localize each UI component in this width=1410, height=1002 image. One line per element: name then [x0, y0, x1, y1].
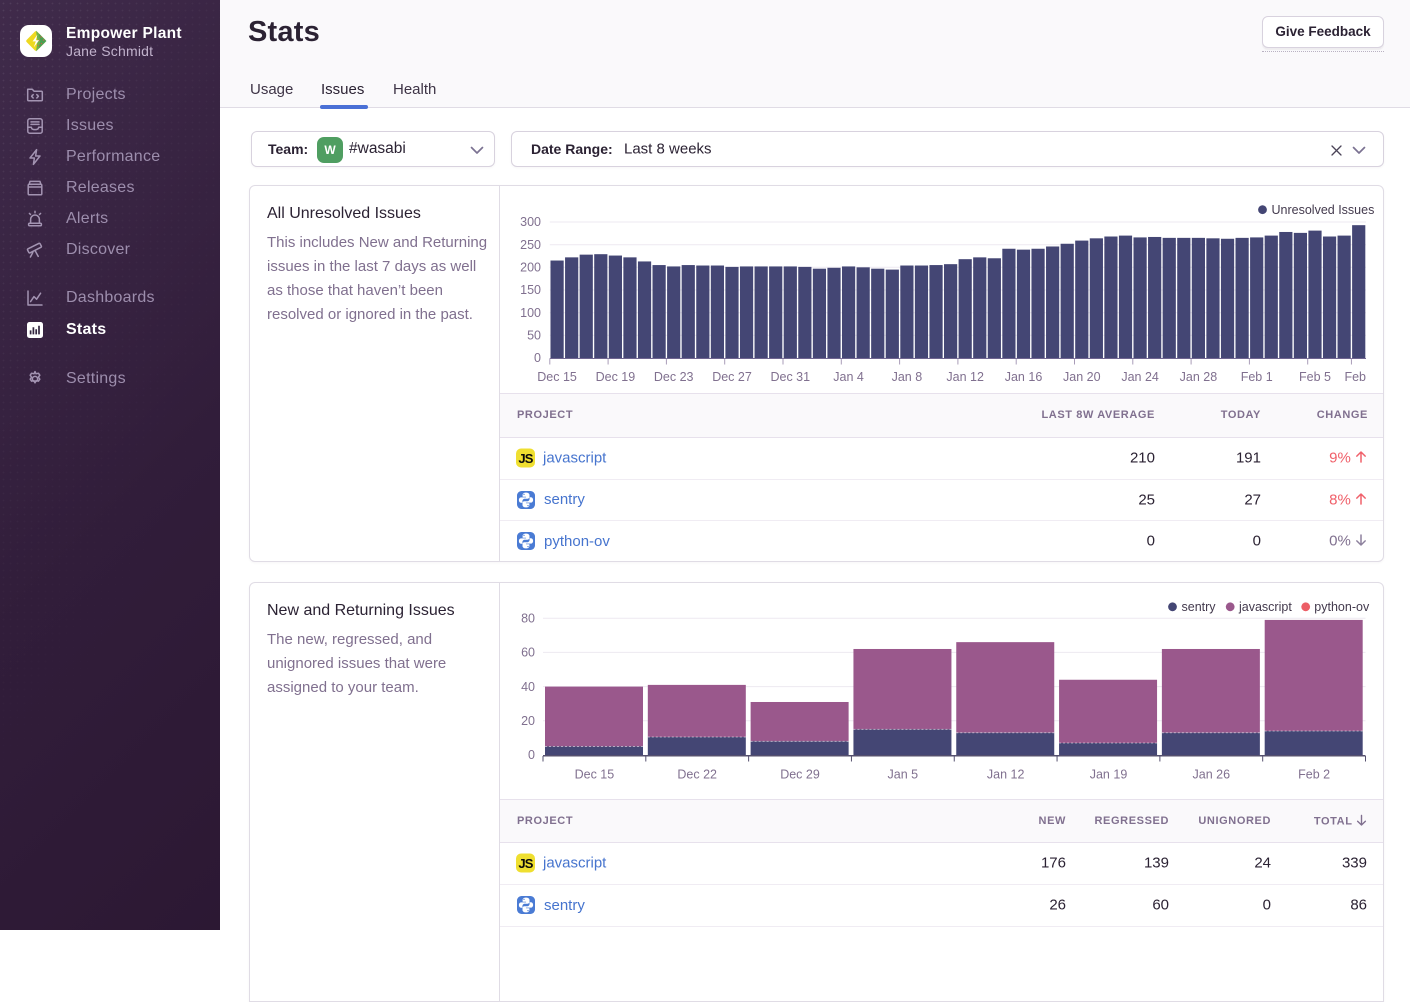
- svg-text:JS: JS: [518, 451, 533, 466]
- svg-text:Dec 15: Dec 15: [537, 370, 577, 384]
- svg-text:300: 300: [520, 215, 541, 229]
- svg-text:Feb 2: Feb 2: [1298, 768, 1330, 782]
- svg-text:60: 60: [521, 646, 535, 660]
- svg-text:Dec 29: Dec 29: [780, 768, 820, 782]
- svg-text:JS: JS: [518, 856, 533, 871]
- svg-text:50: 50: [527, 329, 541, 343]
- svg-text:20: 20: [521, 714, 535, 728]
- svg-text:Jan 16: Jan 16: [1005, 370, 1043, 384]
- svg-text:Feb 1: Feb 1: [1241, 370, 1273, 384]
- svg-text:sentry: sentry: [1182, 600, 1217, 614]
- svg-text:Jan 12: Jan 12: [946, 370, 984, 384]
- svg-text:Feb 5: Feb 5: [1299, 370, 1331, 384]
- svg-text:Dec 19: Dec 19: [596, 370, 636, 384]
- svg-text:Dec 31: Dec 31: [770, 370, 810, 384]
- svg-text:100: 100: [520, 306, 541, 320]
- svg-text:Dec 23: Dec 23: [654, 370, 694, 384]
- svg-text:Jan 19: Jan 19: [1090, 768, 1128, 782]
- svg-text:150: 150: [520, 283, 541, 297]
- svg-text:250: 250: [520, 238, 541, 252]
- svg-text:python-ov: python-ov: [1314, 600, 1370, 614]
- svg-text:Jan 5: Jan 5: [888, 768, 919, 782]
- svg-text:Jan 8: Jan 8: [892, 370, 923, 384]
- svg-text:Dec 22: Dec 22: [677, 768, 717, 782]
- svg-text:0: 0: [528, 748, 535, 762]
- svg-text:Feb: Feb: [1344, 370, 1366, 384]
- svg-text:0: 0: [534, 351, 541, 365]
- svg-text:Jan 20: Jan 20: [1063, 370, 1101, 384]
- svg-text:Jan 28: Jan 28: [1180, 370, 1218, 384]
- svg-text:Dec 27: Dec 27: [712, 370, 752, 384]
- svg-text:40: 40: [521, 680, 535, 694]
- svg-text:javascript: javascript: [1238, 600, 1292, 614]
- svg-text:Unresolved Issues: Unresolved Issues: [1272, 203, 1375, 217]
- svg-text:Dec 15: Dec 15: [575, 768, 615, 782]
- svg-text:Jan 24: Jan 24: [1121, 370, 1159, 384]
- svg-text:Jan 12: Jan 12: [987, 768, 1025, 782]
- svg-text:Jan 26: Jan 26: [1193, 768, 1231, 782]
- svg-text:Jan 4: Jan 4: [833, 370, 864, 384]
- svg-text:200: 200: [520, 261, 541, 275]
- svg-text:80: 80: [521, 611, 535, 625]
